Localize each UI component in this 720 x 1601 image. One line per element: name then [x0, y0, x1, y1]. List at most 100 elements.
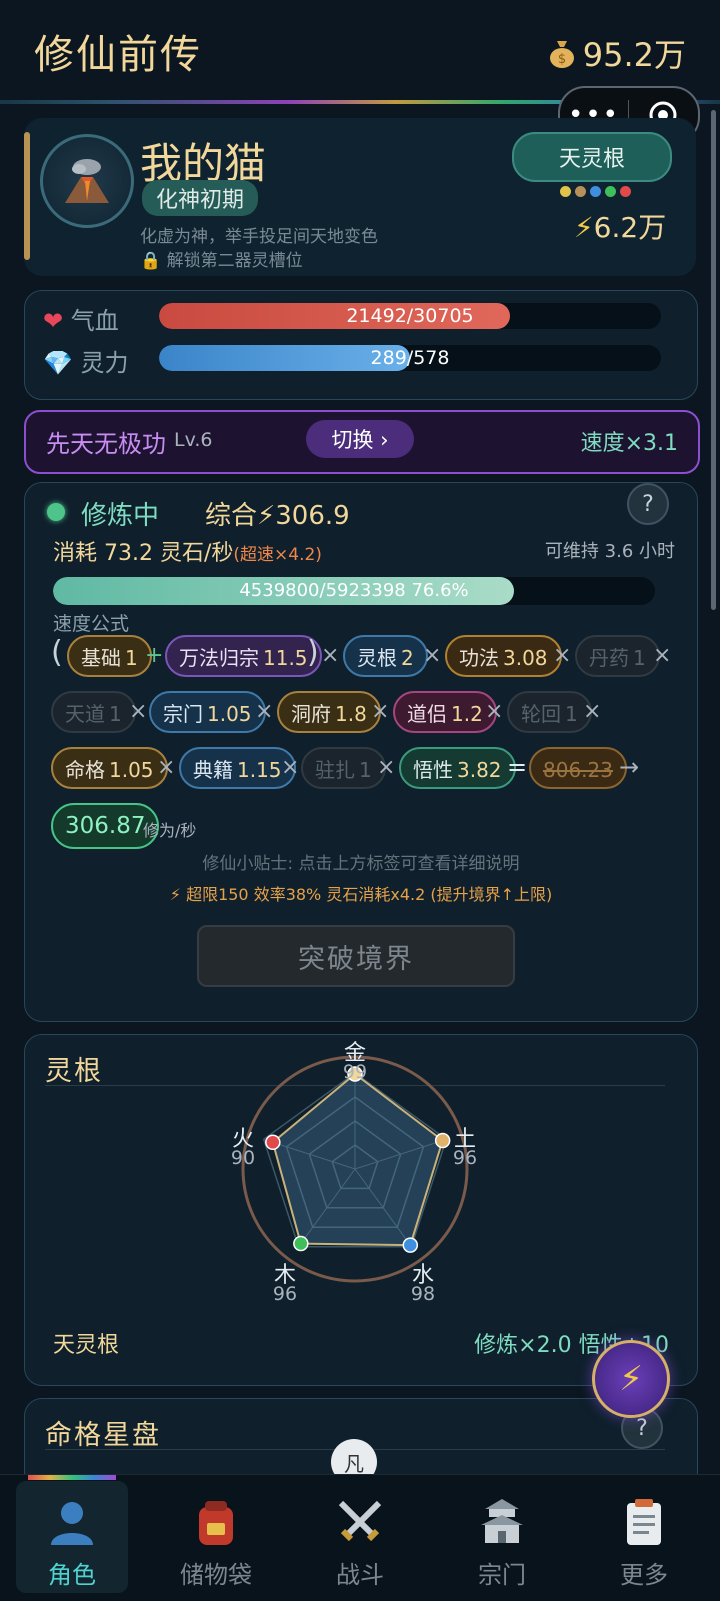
quick-action-button[interactable]: ⚡ — [592, 1340, 670, 1418]
nav-label: 宗门 — [478, 1561, 526, 1589]
radar-point — [402, 1237, 419, 1253]
element-value-metal: 99 — [342, 1061, 368, 1083]
root-dot — [575, 186, 586, 197]
factor-base[interactable]: 基础 1 — [67, 635, 152, 677]
paren-close: ) — [307, 635, 319, 670]
op-times: × — [157, 755, 176, 780]
factor-gongfa[interactable]: 功法 3.08 — [445, 635, 562, 677]
op-times: × — [653, 643, 672, 668]
cultivation-help-icon[interactable]: ? — [627, 483, 669, 525]
op-times: × — [321, 643, 340, 668]
factor-base-label: 基础 — [81, 646, 121, 670]
nav-label: 战斗 — [336, 1561, 384, 1589]
bag-icon — [199, 1501, 233, 1545]
nav-battle[interactable]: 战斗 — [304, 1481, 416, 1593]
op-plus: + — [145, 643, 164, 668]
money-value: 95.2万 — [582, 36, 686, 74]
formula-label: 速度公式 — [53, 613, 130, 635]
spirit-root-type: 天灵根 — [53, 1333, 120, 1358]
op-times: × — [423, 643, 442, 668]
overlimit-warning: ⚡ 超限150 效率38% 灵石消耗x4.2 (提升境界↑上限) — [169, 885, 553, 904]
op-times: × — [281, 755, 300, 780]
factor-dongfu[interactable]: 洞府 1.8 — [277, 691, 381, 733]
avatar[interactable] — [40, 134, 134, 228]
nav-character[interactable]: 角色 — [16, 1481, 128, 1593]
cultivation-status: 修炼中 — [81, 501, 160, 531]
root-dot — [560, 186, 571, 197]
nav-sect[interactable]: 宗门 — [446, 1481, 558, 1593]
factor-dianji[interactable]: 典籍 1.15 — [179, 747, 296, 789]
factor-danyao-label: 丹药 — [589, 646, 629, 670]
element-value-wood: 96 — [272, 1283, 298, 1305]
profile-accent-bar — [24, 132, 30, 260]
combat-power-value: 6.2万 — [593, 211, 667, 244]
factor-mingge-value: 1.05 — [109, 758, 154, 782]
paren-open: ( — [51, 635, 63, 670]
factor-tiandao-label: 天道 — [65, 702, 105, 726]
clipboard-icon — [627, 1499, 661, 1545]
technique-name: 先天无极功 — [46, 430, 166, 458]
unlock-hint-text: 解锁第二器灵槽位 — [166, 251, 303, 271]
factor-lunhui-label: 轮回 — [521, 702, 561, 726]
volcano-icon — [65, 159, 109, 203]
technique-speed: 速度×3.1 — [580, 431, 678, 456]
realm-badge: 化神初期 — [142, 180, 259, 216]
money-display: $ 95.2万 — [547, 30, 686, 76]
factor-zhuzha[interactable]: 驻扎 1 — [301, 747, 386, 789]
consume-text: 消耗 73.2 灵石/秒 — [53, 541, 234, 566]
factor-root[interactable]: 灵根 2 — [343, 635, 428, 677]
op-times: × — [129, 699, 148, 724]
technique-level: Lv.6 — [174, 429, 213, 451]
nav-label: 储物袋 — [180, 1561, 252, 1589]
character-icon — [51, 1502, 93, 1545]
mp-text: 289/578 — [370, 347, 450, 369]
nav-accent-bar — [28, 1475, 116, 1480]
factor-daolv-label: 道侣 — [407, 702, 447, 726]
sustain-time: 可维持 3.6 小时 — [544, 541, 675, 562]
radar-point — [293, 1235, 309, 1252]
lightning-icon: ⚡ — [574, 211, 594, 244]
op-times: × — [377, 755, 396, 780]
factor-mingge-label: 命格 — [65, 758, 105, 782]
factor-zongmen[interactable]: 宗门 1.05 — [149, 691, 266, 733]
cultivation-tip: 修仙小贴士: 点击上方标签可查看详细说明 — [202, 854, 520, 874]
root-element-dots — [560, 186, 631, 197]
factor-tiandao-value: 1 — [109, 702, 122, 726]
stats-card: ❤ 气血 21492/30705 💎 灵力 289/578 — [24, 290, 698, 400]
factor-wuxing-value: 3.82 — [457, 758, 502, 782]
hp-text: 21492/30705 — [346, 305, 474, 327]
factor-wuxing[interactable]: 悟性 3.82 — [399, 747, 516, 789]
switch-technique-button[interactable]: 切换 › — [306, 420, 414, 458]
spirit-root-card: 灵根 金 99 土 96 水 98 木 96 火 90 天灵根 修炼×2.0 悟… — [24, 1034, 698, 1386]
nav-label: 更多 — [620, 1561, 668, 1589]
hp-label: 气血 — [70, 307, 119, 335]
scrollbar[interactable] — [711, 110, 716, 610]
factor-root-value: 2 — [401, 646, 414, 670]
status-dot — [47, 503, 65, 521]
nav-bag[interactable]: 储物袋 — [160, 1481, 272, 1593]
spirit-root-tag[interactable]: 天灵根 — [512, 132, 672, 182]
svg-text:$: $ — [558, 52, 566, 67]
breakthrough-button[interactable]: 突破境界 — [197, 925, 515, 987]
factor-lunhui[interactable]: 轮回 1 — [507, 691, 592, 733]
op-times: × — [553, 643, 572, 668]
factor-base-value: 1 — [125, 646, 138, 670]
factor-daolv[interactable]: 道侣 1.2 — [393, 691, 497, 733]
nav-label: 角色 — [48, 1561, 96, 1589]
cultivation-card: 修炼中 综合⚡306.9 ? 消耗 73.2 灵石/秒(超速×4.2) 可维持 … — [24, 482, 698, 1022]
factor-danyao-value: 1 — [633, 646, 646, 670]
money-bag-icon: $ — [549, 41, 574, 68]
factor-danyao[interactable]: 丹药 1 — [575, 635, 660, 677]
nav-more[interactable]: 更多 — [588, 1481, 700, 1593]
factor-dianji-label: 典籍 — [193, 758, 233, 782]
factor-dianji-value: 1.15 — [237, 758, 282, 782]
factor-mingge[interactable]: 命格 1.05 — [51, 747, 168, 789]
factor-wanfa[interactable]: 万法归宗 11.5 — [165, 635, 322, 677]
factor-tiandao[interactable]: 天道 1 — [51, 691, 136, 733]
factor-wanfa-label: 万法归宗 — [179, 646, 259, 670]
exp-text: 4539800/5923398 76.6% — [239, 580, 469, 601]
factor-wuxing-label: 悟性 — [413, 758, 453, 782]
temple-icon — [481, 1499, 523, 1543]
mp-bar: 289/578 — [159, 345, 661, 371]
profile-card: 我的猫 化神初期 化虚为神，举手投足间天地变色 🔒 解锁第二器灵槽位 天灵根 ⚡… — [24, 118, 696, 276]
